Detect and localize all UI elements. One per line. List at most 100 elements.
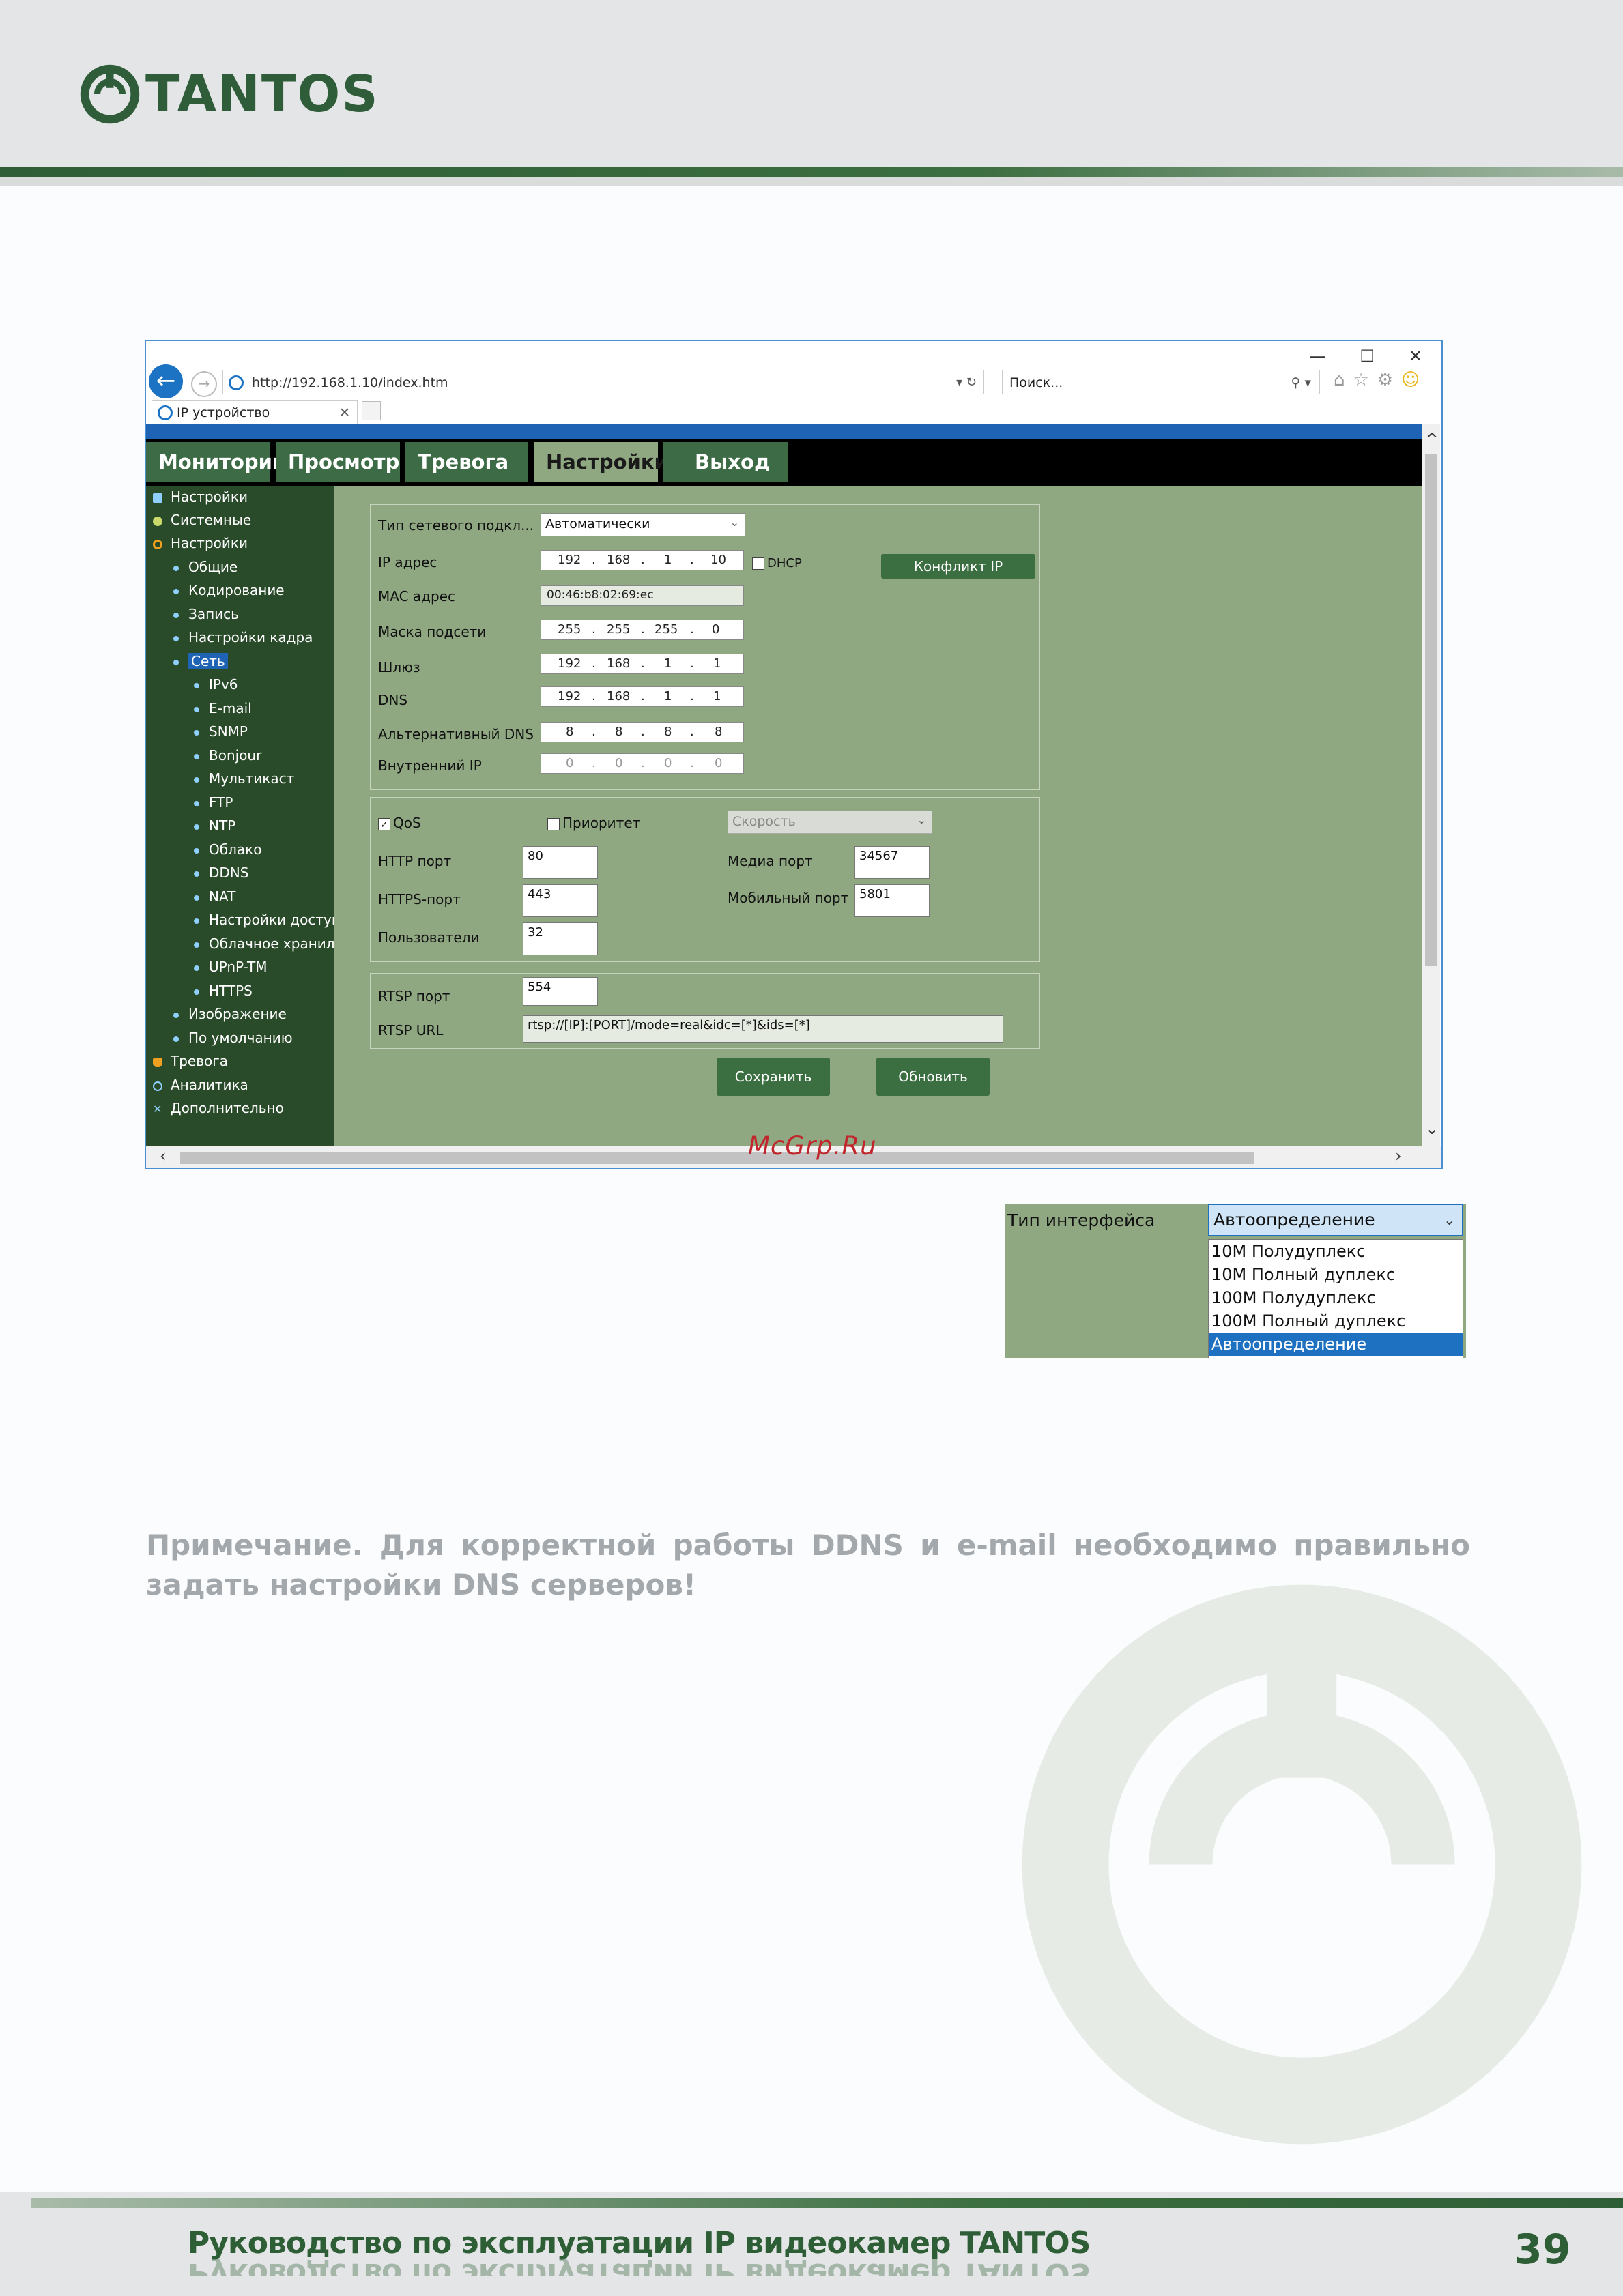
- note-text: Примечание. Для корректной работы DDNS и…: [146, 1528, 1470, 1601]
- rtsp-port-label: RTSP порт: [378, 988, 450, 1004]
- hscroll-thumb[interactable]: [180, 1152, 1254, 1164]
- tree-advanced[interactable]: ✕ Дополнительно: [153, 1100, 284, 1116]
- interface-option[interactable]: 10M Полудуплекс: [1209, 1240, 1463, 1263]
- tree-access-settings[interactable]: Настройки доступ: [194, 912, 334, 928]
- gear-icon[interactable]: ⚙: [1377, 370, 1393, 390]
- scroll-left-icon[interactable]: ‹: [160, 1146, 167, 1165]
- tree-default[interactable]: По умолчанию: [173, 1030, 293, 1046]
- tree-ddns[interactable]: DDNS: [194, 864, 248, 881]
- scroll-right-icon[interactable]: ›: [1395, 1146, 1402, 1165]
- menu-view[interactable]: Просмотр: [276, 442, 400, 482]
- interface-type-options: 10M Полудуплекс 10M Полный дуплекс 100M …: [1208, 1239, 1463, 1358]
- interface-option[interactable]: 10M Полный дуплекс: [1209, 1263, 1463, 1286]
- tree-record[interactable]: Запись: [173, 606, 239, 622]
- window-controls: — ☐ ✕: [1309, 347, 1422, 366]
- smiley-icon[interactable]: ☺: [1401, 370, 1420, 390]
- close-icon[interactable]: ✕: [1409, 347, 1422, 366]
- ip-field[interactable]: 192. 168. 1. 10: [541, 550, 744, 570]
- page-number: 39: [1514, 2226, 1571, 2273]
- mobile-port-input[interactable]: 5801: [854, 884, 930, 917]
- tree-bonjour[interactable]: Bonjour: [194, 747, 261, 764]
- tree-system[interactable]: Системные: [153, 512, 251, 528]
- conn-type-label: Тип сетевого подкл...: [378, 517, 534, 534]
- dns-label: DNS: [378, 692, 408, 708]
- search-placeholder: Поиск...: [1009, 375, 1063, 390]
- tree-settings[interactable]: Настройки: [153, 489, 248, 505]
- tree-settings-expanded[interactable]: Настройки: [153, 535, 248, 551]
- inner-ip-label: Внутренний IP: [378, 757, 482, 774]
- refresh-button[interactable]: Обновить: [876, 1058, 990, 1096]
- brand-logo: TANTOS: [78, 61, 379, 126]
- scroll-down-icon[interactable]: ⌄: [1425, 1119, 1439, 1138]
- tree-multicast[interactable]: Мультикаст: [194, 770, 294, 787]
- header-divider: [0, 167, 1623, 177]
- mask-field[interactable]: 255. 255. 255. 0: [541, 620, 744, 640]
- gateway-label: Шлюз: [378, 659, 420, 675]
- interface-type-select[interactable]: Автоопределение ⌄: [1208, 1204, 1463, 1236]
- alt-dns-field[interactable]: 8.8.8.8: [541, 722, 744, 742]
- back-button[interactable]: ←: [149, 364, 183, 398]
- tree-encoding[interactable]: Кодирование: [173, 582, 285, 598]
- scroll-thumb[interactable]: [1425, 454, 1437, 966]
- gateway-field[interactable]: 192. 168. 1. 1: [541, 654, 744, 674]
- tree-nat[interactable]: NAT: [194, 888, 235, 905]
- dns-field[interactable]: 192. 168. 1. 1: [541, 686, 744, 707]
- interface-option-selected[interactable]: Автоопределение: [1209, 1333, 1463, 1356]
- tree-ipv6[interactable]: IPv6: [194, 676, 238, 693]
- interface-option[interactable]: 100M Полудуплекс: [1209, 1286, 1463, 1309]
- https-port-input[interactable]: 443: [523, 884, 598, 917]
- search-input[interactable]: Поиск... ⚲ ▾: [1002, 370, 1320, 394]
- vertical-scrollbar[interactable]: ^ ⌄: [1422, 424, 1440, 1146]
- tree-general[interactable]: Общие: [173, 559, 238, 575]
- media-port-input[interactable]: 34567: [854, 846, 930, 879]
- tree-ntp[interactable]: NTP: [194, 817, 235, 834]
- tree-cloud[interactable]: Облако: [194, 841, 261, 858]
- tree-analytics[interactable]: Аналитика: [153, 1077, 248, 1093]
- tree-email[interactable]: E-mail: [194, 700, 252, 716]
- scroll-up-icon[interactable]: ^: [1425, 430, 1439, 449]
- system-icon: [153, 516, 162, 526]
- ip-conflict-button[interactable]: Конфликт IP: [881, 554, 1035, 579]
- address-bar[interactable]: http://192.168.1.10/index.htm ▾ ↻: [222, 370, 984, 394]
- analytics-icon: [153, 1081, 162, 1091]
- browser-tab[interactable]: IP устройство ✕: [152, 400, 358, 424]
- save-button[interactable]: Сохранить: [717, 1058, 830, 1096]
- minimize-icon[interactable]: —: [1309, 347, 1325, 366]
- close-tab-icon[interactable]: ✕: [339, 401, 350, 425]
- tree-alarm[interactable]: Тревога: [153, 1053, 228, 1069]
- ip-label: IP адрес: [378, 554, 437, 570]
- menu-monitoring[interactable]: Мониторинг: [146, 442, 296, 482]
- maximize-icon[interactable]: ☐: [1360, 347, 1375, 366]
- new-tab-button[interactable]: [362, 401, 381, 420]
- rtsp-port-input[interactable]: 554: [523, 977, 598, 1006]
- tree-upnp[interactable]: UPnP-TM: [194, 959, 268, 975]
- menu-exit[interactable]: Выход: [663, 442, 788, 482]
- tree-snmp[interactable]: SNMP: [194, 723, 248, 740]
- users-input[interactable]: 32: [523, 922, 598, 955]
- tree-network[interactable]: Сеть: [173, 653, 228, 669]
- top-strip: [146, 424, 1422, 439]
- star-icon[interactable]: ☆: [1353, 370, 1369, 390]
- tree-https[interactable]: HTTPS: [194, 983, 253, 999]
- main-menu: Мониторинг Просмотр Тревога Настройки Вы…: [146, 439, 1422, 486]
- menu-settings[interactable]: Настройки: [534, 442, 668, 482]
- tree-cloud-storage[interactable]: Облачное хранил: [194, 935, 334, 952]
- http-port-input[interactable]: 80: [523, 846, 598, 879]
- tree-frame-settings[interactable]: Настройки кадра: [173, 629, 313, 645]
- forward-button[interactable]: →: [191, 371, 217, 397]
- conn-type-select[interactable]: Автоматически ⌄: [541, 513, 745, 536]
- https-port-label: HTTPS-порт: [378, 891, 461, 907]
- qos-checkbox[interactable]: ✓ QoS: [378, 815, 421, 831]
- tree-ftp[interactable]: FTP: [194, 794, 233, 811]
- home-icon[interactable]: ⌂: [1334, 370, 1345, 390]
- dhcp-checkbox[interactable]: DHCP: [752, 554, 802, 570]
- refresh-icon[interactable]: ▾ ↻: [956, 370, 977, 395]
- qos-check-icon: ✓: [378, 817, 390, 830]
- search-icon[interactable]: ⚲ ▾: [1291, 370, 1312, 395]
- tree-image[interactable]: Изображение: [173, 1006, 287, 1022]
- menu-alarm[interactable]: Тревога: [405, 442, 528, 482]
- priority-checkbox[interactable]: Приоритет: [547, 815, 640, 831]
- mobile-port-label: Мобильный порт: [728, 890, 849, 906]
- interface-option[interactable]: 100M Полный дуплекс: [1209, 1309, 1463, 1333]
- interface-type-snippet: Тип интерфейса Автоопределение ⌄ 10M Полу…: [1005, 1204, 1466, 1358]
